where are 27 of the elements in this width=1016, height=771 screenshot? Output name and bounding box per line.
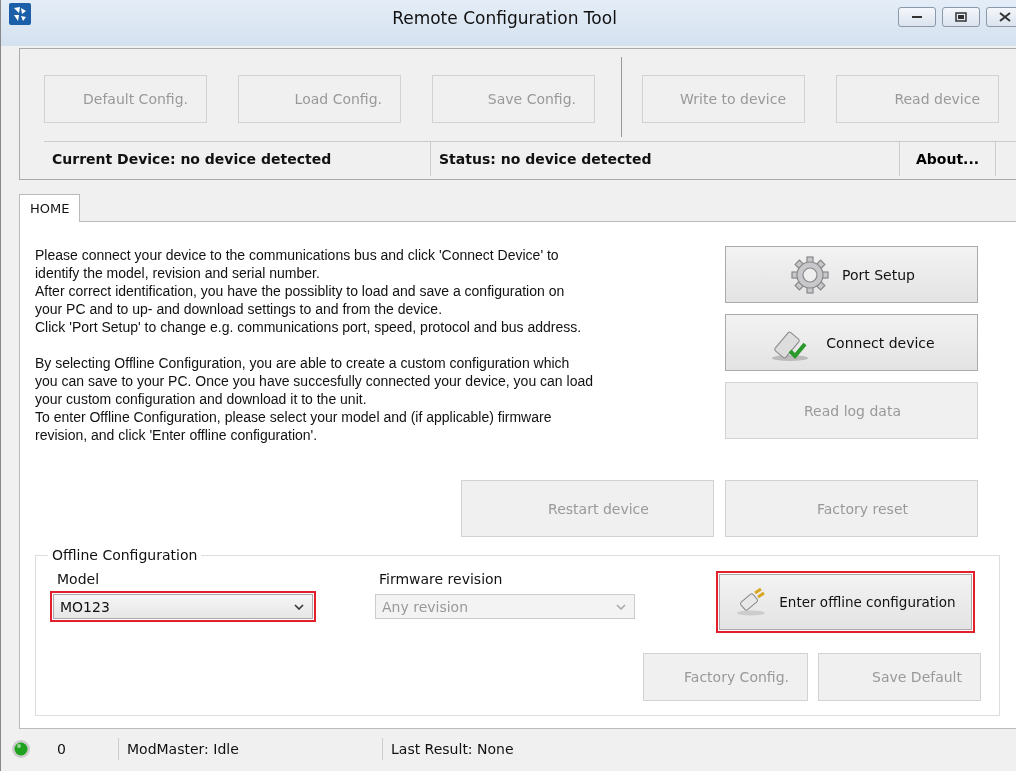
close-icon	[999, 12, 1011, 22]
tab[interactable]: HOME	[19, 194, 81, 222]
chevron-down-icon	[294, 603, 304, 610]
window-title: Remote Configuration Tool	[391, 8, 618, 28]
side-button[interactable]: Port Setup	[725, 246, 978, 303]
field-label: Firmware revision	[378, 571, 504, 587]
minimize-icon	[912, 15, 922, 19]
maximize-icon	[955, 12, 967, 22]
current-device-label: Current Device: no device detected	[44, 142, 431, 176]
gear-icon	[790, 254, 830, 295]
group-title: Offline Configuration	[51, 547, 199, 563]
close-button[interactable]	[986, 7, 1016, 27]
about-button[interactable]: About...	[900, 142, 996, 176]
chevron-down-icon	[616, 603, 626, 610]
instructions-text: Please connect your device to the communications bus and click 'Connect Device' to identify the model, revision and serial number. After correct identification, you have the possiblity to load and save a configuration on your PC and to up- and download settings to and from the device. Click 'Port Setup' to change e.g. communications port, speed, protocol and bus address.	[35, 246, 583, 336]
maximize-button[interactable]	[942, 7, 980, 27]
state-label: ModMaster: Idle	[119, 738, 383, 760]
result-label: Last Result: None	[390, 740, 514, 759]
status-label: Status: no device detected	[431, 142, 900, 176]
side-button[interactable]: Connect device	[725, 314, 978, 371]
minimize-button[interactable]	[898, 7, 936, 27]
dropdown-field[interactable]: MO123	[53, 594, 313, 619]
instructions-text: By selecting Offline Configuration, you are able to create a custom configuration which you can save to your PC. Once you have succesfully connected your device, you can load your custom configuration and download it to the unit. To enter Offline Configuration, please select your model and (if applicable) firmware revision, and click 'Enter offline configuration'.	[35, 354, 593, 444]
enter-offline-button[interactable]: Enter offline configuration	[719, 574, 972, 630]
field-label: Model	[56, 571, 101, 587]
app-logo-icon	[9, 3, 31, 25]
count-label: 0	[31, 738, 119, 760]
